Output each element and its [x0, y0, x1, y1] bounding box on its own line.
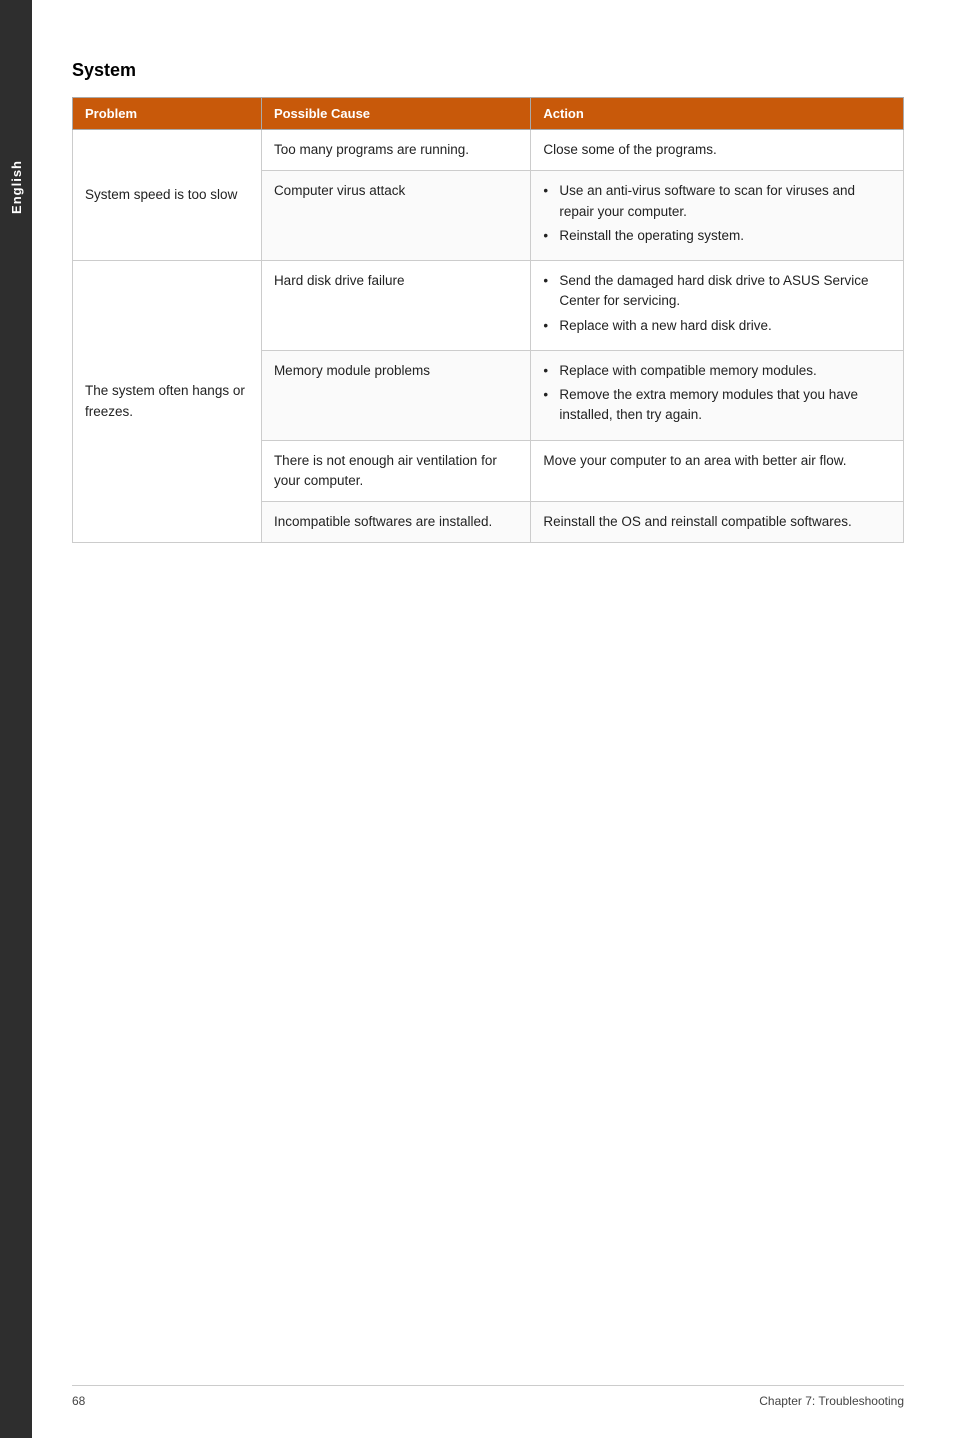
- section-title: System: [72, 60, 904, 81]
- system-table: Problem Possible Cause Action System spe…: [72, 97, 904, 543]
- table-row: System speed is too slowToo many program…: [73, 130, 904, 171]
- table-row: The system often hangs or freezes.Hard d…: [73, 261, 904, 351]
- bullet-item: Reinstall the operating system.: [543, 226, 891, 246]
- table-header-row: Problem Possible Cause Action: [73, 98, 904, 130]
- header-action: Action: [531, 98, 904, 130]
- cell-problem: The system often hangs or freezes.: [73, 261, 262, 543]
- bullet-item: Send the damaged hard disk drive to ASUS…: [543, 271, 891, 312]
- bullet-item: Use an anti-virus software to scan for v…: [543, 181, 891, 222]
- cell-action: Move your computer to an area with bette…: [531, 440, 904, 502]
- cell-action: Replace with compatible memory modules. R…: [531, 350, 904, 440]
- page-container: English System Problem Possible Cause Ac…: [0, 0, 954, 1438]
- footer-chapter: Chapter 7: Troubleshooting: [759, 1394, 904, 1408]
- cell-cause: Too many programs are running.: [261, 130, 530, 171]
- cell-action: Close some of the programs.: [531, 130, 904, 171]
- header-cause: Possible Cause: [261, 98, 530, 130]
- cell-problem: System speed is too slow: [73, 130, 262, 261]
- cell-cause: Memory module problems: [261, 350, 530, 440]
- footer-page-number: 68: [72, 1394, 85, 1408]
- bullet-item: Remove the extra memory modules that you…: [543, 385, 891, 426]
- bullet-item: Replace with compatible memory modules.: [543, 361, 891, 381]
- side-tab-label: English: [9, 160, 24, 214]
- cell-cause: Incompatible softwares are installed.: [261, 502, 530, 543]
- cell-cause: Computer virus attack: [261, 171, 530, 261]
- cell-action: Use an anti-virus software to scan for v…: [531, 171, 904, 261]
- cell-cause: Hard disk drive failure: [261, 261, 530, 351]
- cell-action: Send the damaged hard disk drive to ASUS…: [531, 261, 904, 351]
- header-problem: Problem: [73, 98, 262, 130]
- main-content: System Problem Possible Cause Action Sys…: [32, 0, 954, 1438]
- side-tab: English: [0, 0, 32, 1438]
- cell-cause: There is not enough air ventilation for …: [261, 440, 530, 502]
- page-footer: 68 Chapter 7: Troubleshooting: [72, 1385, 904, 1408]
- cell-action: Reinstall the OS and reinstall compatibl…: [531, 502, 904, 543]
- bullet-item: Replace with a new hard disk drive.: [543, 316, 891, 336]
